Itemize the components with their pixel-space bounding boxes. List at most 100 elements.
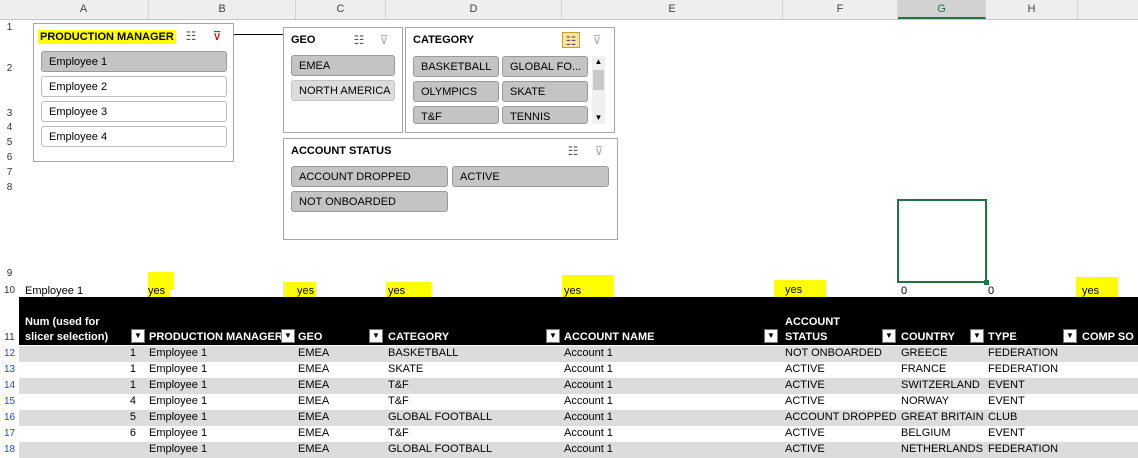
cell-status[interactable]: ACCOUNT DROPPED xyxy=(785,411,897,423)
slicer-item-employee-1[interactable]: Employee 1 xyxy=(41,51,227,72)
scroll-down-icon[interactable]: ▼ xyxy=(592,112,605,124)
dropdown-arrow-icon[interactable]: ▼ xyxy=(369,329,383,343)
column-header-e[interactable]: E xyxy=(562,0,783,19)
cell-a10[interactable]: Employee 1 xyxy=(25,285,83,297)
cell-pm[interactable]: Employee 1 xyxy=(149,395,207,407)
row-header-8[interactable]: 8 xyxy=(0,181,19,194)
row-header-7[interactable]: 7 xyxy=(0,166,19,179)
cell-d10[interactable]: yes xyxy=(386,282,431,297)
cell-c10[interactable]: yes xyxy=(283,282,316,297)
cell-pm[interactable]: Employee 1 xyxy=(149,411,207,423)
cell-type[interactable]: EVENT xyxy=(988,379,1025,391)
slicer-item-skate[interactable]: SKATE xyxy=(502,81,588,102)
slicer-item-north-america[interactable]: NORTH AMERICA xyxy=(291,80,395,101)
cell-num[interactable]: 1 xyxy=(130,347,136,359)
cell-status[interactable]: ACTIVE xyxy=(785,427,825,439)
cell-g10-b[interactable]: 0 xyxy=(988,285,994,297)
cell-type[interactable]: FEDERATION xyxy=(988,443,1058,455)
slicer-item-emea[interactable]: EMEA xyxy=(291,55,395,76)
cell-pm[interactable]: Employee 1 xyxy=(149,347,207,359)
row-header-14[interactable]: 14 xyxy=(0,378,19,394)
slicer-item-global-football[interactable]: GLOBAL FO... xyxy=(502,56,588,77)
slicer-scrollbar[interactable]: ▲ ▼ xyxy=(592,56,605,124)
column-header-b[interactable]: B xyxy=(149,0,296,19)
row-header-18[interactable]: 18 xyxy=(0,442,19,455)
cell-type[interactable]: FEDERATION xyxy=(988,347,1058,359)
row-header-16[interactable]: 16 xyxy=(0,410,19,426)
row-header-11[interactable]: 11 xyxy=(0,330,19,345)
filter-active-icon[interactable]: ▼ xyxy=(281,329,295,343)
dropdown-arrow-icon[interactable]: ▼ xyxy=(546,329,560,343)
table-row[interactable]: Employee 1 EMEA GLOBAL FOOTBALL Account 1 AC… xyxy=(19,442,1138,458)
slicer-item-employee-3[interactable]: Employee 3 xyxy=(41,101,227,122)
dropdown-arrow-icon[interactable]: ▼ xyxy=(1063,329,1077,343)
dropdown-arrow-icon[interactable]: ▼ xyxy=(882,329,896,343)
cell-acc[interactable]: Account 1 xyxy=(564,347,613,359)
cell-acc[interactable]: Account 1 xyxy=(564,363,613,375)
row-header-1[interactable]: 1 xyxy=(0,20,19,35)
cell-num[interactable]: 6 xyxy=(130,427,136,439)
cell-acc[interactable]: Account 1 xyxy=(564,443,613,455)
multiselect-icon[interactable]: ☷ xyxy=(350,32,368,48)
cell-country[interactable]: SWITZERLAND xyxy=(901,379,980,391)
row-header-12[interactable]: 12 xyxy=(0,346,19,362)
clear-filter-icon[interactable]: ⊽ xyxy=(375,32,393,48)
cell-status[interactable]: ACTIVE xyxy=(785,395,825,407)
dropdown-arrow-icon[interactable]: ▼ xyxy=(131,329,145,343)
row-header-17[interactable]: 17 xyxy=(0,426,19,442)
slicer-item-account-dropped[interactable]: ACCOUNT DROPPED xyxy=(291,166,448,187)
cell-geo[interactable]: EMEA xyxy=(298,347,329,359)
slicer-category[interactable]: CATEGORY ☷ ⊽ BASKETBALL GLOBAL FO... OLY… xyxy=(405,27,615,133)
multiselect-icon[interactable]: ☷ xyxy=(562,32,580,48)
column-header-d[interactable]: D xyxy=(386,0,562,19)
slicer-geo[interactable]: GEO ☷ ⊽ EMEA NORTH AMERICA xyxy=(283,27,403,133)
scroll-thumb[interactable] xyxy=(593,70,604,90)
row-header-2[interactable]: 2 xyxy=(0,61,19,76)
cell-country[interactable]: GREECE xyxy=(901,347,947,359)
cell-cat[interactable]: T&F xyxy=(388,427,409,439)
multiselect-icon[interactable]: ☷ xyxy=(564,143,582,159)
table-row[interactable]: 1 Employee 1 EMEA BASKETBALL Account 1 NOT ON… xyxy=(19,346,1138,362)
cell-status[interactable]: ACTIVE xyxy=(785,443,825,455)
cell-type[interactable]: FEDERATION xyxy=(988,363,1058,375)
row-header-6[interactable]: 6 xyxy=(0,151,19,164)
clear-filter-icon[interactable]: ⊽ xyxy=(588,32,606,48)
cell-e10[interactable]: yes xyxy=(564,285,581,297)
column-header-c[interactable]: C xyxy=(296,0,386,19)
cell-geo[interactable]: EMEA xyxy=(298,395,329,407)
dropdown-arrow-icon[interactable]: ▼ xyxy=(764,329,778,343)
cell-country[interactable]: NETHERLANDS xyxy=(901,443,983,455)
cell-status[interactable]: ACTIVE xyxy=(785,379,825,391)
selected-cell[interactable] xyxy=(897,199,989,285)
clear-filter-icon[interactable]: ⊽ xyxy=(208,28,226,44)
cell-cat[interactable]: GLOBAL FOOTBALL xyxy=(388,411,492,423)
table-row[interactable]: 4 Employee 1 EMEA T&F Account 1 ACTIVE NORWAY E… xyxy=(19,394,1138,410)
column-header-h[interactable]: H xyxy=(986,0,1078,19)
row-header-10[interactable]: 10 xyxy=(0,283,19,298)
cell-acc[interactable]: Account 1 xyxy=(564,411,613,423)
cell-cat[interactable]: T&F xyxy=(388,395,409,407)
cell-country[interactable]: BELGIUM xyxy=(901,427,951,439)
clear-filter-icon[interactable]: ⊽ xyxy=(590,143,608,159)
cell-geo[interactable]: EMEA xyxy=(298,411,329,423)
column-header-g[interactable]: G xyxy=(898,0,986,19)
cell-country[interactable]: NORWAY xyxy=(901,395,949,407)
cell-g10[interactable]: 0 xyxy=(901,285,907,297)
cell-geo[interactable]: EMEA xyxy=(298,379,329,391)
row-header-4[interactable]: 4 xyxy=(0,121,19,134)
cell-status[interactable]: NOT ONBOARDED xyxy=(785,347,882,359)
cell-type[interactable]: CLUB xyxy=(988,411,1017,423)
cell-cat[interactable]: GLOBAL FOOTBALL xyxy=(388,443,492,455)
slicer-item-tf[interactable]: T&F xyxy=(413,106,499,124)
row-header-15[interactable]: 15 xyxy=(0,394,19,410)
cell-pm[interactable]: Employee 1 xyxy=(149,363,207,375)
cell-type[interactable]: EVENT xyxy=(988,427,1025,439)
cell-acc[interactable]: Account 1 xyxy=(564,395,613,407)
cell-num[interactable]: 5 xyxy=(130,411,136,423)
cell-geo[interactable]: EMEA xyxy=(298,363,329,375)
slicer-account-status[interactable]: ACCOUNT STATUS ☷ ⊽ ACCOUNT DROPPED ACTIV… xyxy=(283,138,618,240)
slicer-item-olympics[interactable]: OLYMPICS xyxy=(413,81,499,102)
table-row[interactable]: 5 Employee 1 EMEA GLOBAL FOOTBALL Account 1 A… xyxy=(19,410,1138,426)
cell-pm[interactable]: Employee 1 xyxy=(149,427,207,439)
slicer-item-active[interactable]: ACTIVE xyxy=(452,166,609,187)
